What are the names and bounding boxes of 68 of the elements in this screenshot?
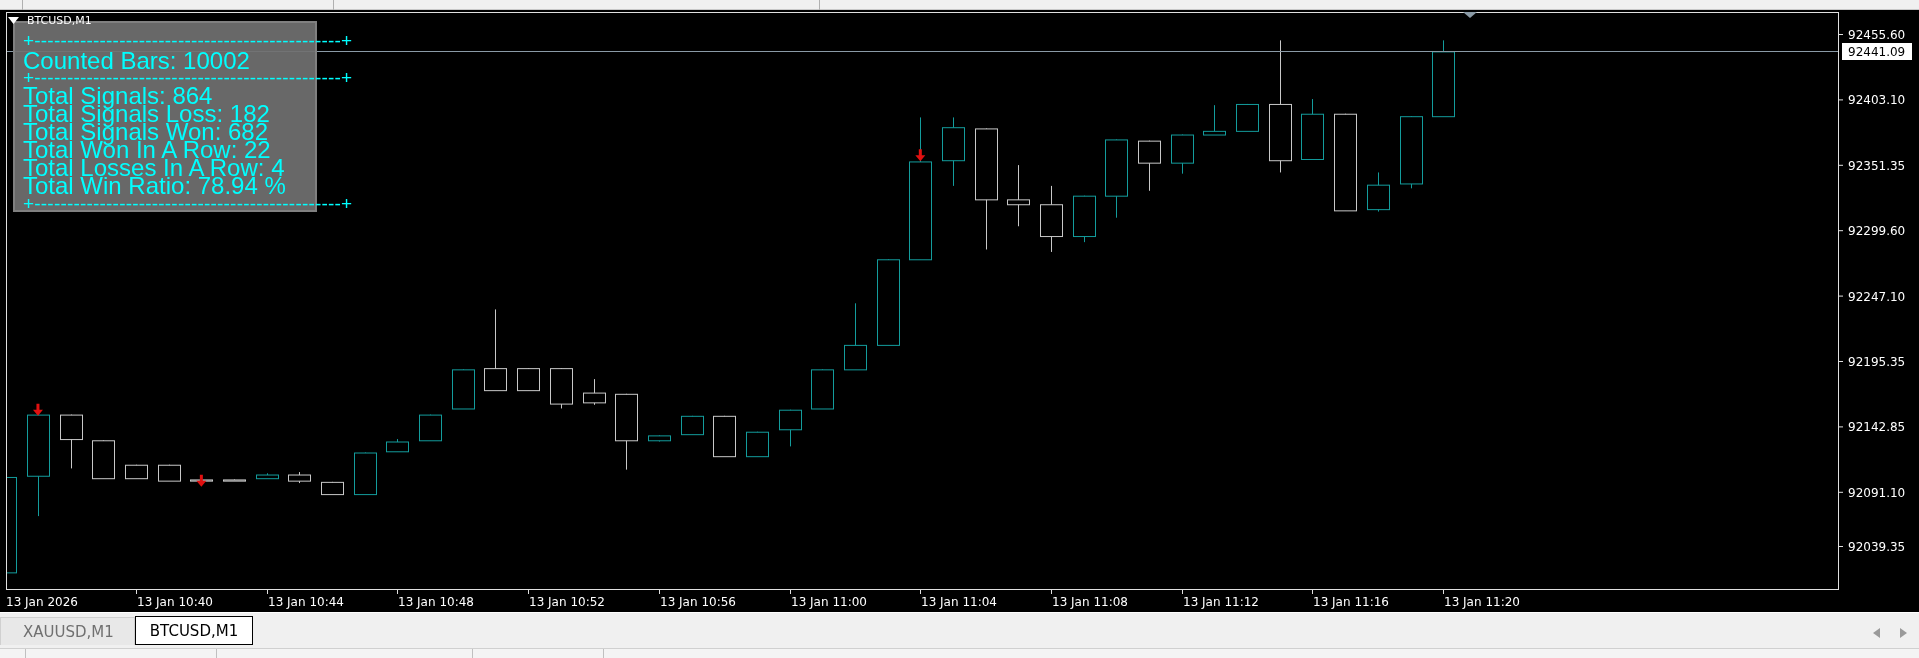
price-label: 92091.10: [1848, 485, 1906, 500]
candlestick: [1171, 134, 1194, 175]
candlestick: [60, 414, 83, 469]
candlestick: [190, 478, 213, 483]
time-label: 13 Jan 11:08: [1052, 595, 1128, 609]
price-label: 92142.85: [1848, 420, 1906, 435]
candlestick: [158, 464, 181, 482]
price-label: 92403.10: [1848, 93, 1906, 108]
stat-line: Counted Bars: 10002: [23, 50, 250, 71]
candlestick: [1236, 103, 1259, 132]
time-label: 13 Jan 10:44: [268, 595, 344, 609]
time-label: 13 Jan 10:56: [660, 595, 736, 609]
candlestick: [1138, 140, 1161, 192]
down-arrow-icon: [32, 403, 43, 416]
candlestick: [419, 414, 442, 442]
candlestick: [779, 409, 802, 447]
scroll-right-icon[interactable]: [1900, 628, 1907, 638]
scroll-left-icon[interactable]: [1873, 628, 1880, 638]
down-arrow-icon: [915, 149, 926, 162]
candlestick: [648, 434, 671, 442]
candlestick: [92, 439, 115, 480]
price-label: 92195.35: [1848, 355, 1906, 369]
triangle-icon: [1463, 12, 1477, 18]
time-label: 13 Jan 10:40: [137, 595, 213, 609]
price-label: 92455.60: [1848, 28, 1906, 42]
chart-tab[interactable]: XAUUSD,M1: [0, 617, 135, 645]
candlestick: [1040, 185, 1063, 253]
candlestick: [746, 431, 769, 458]
candlestick: [517, 367, 540, 392]
candlestick: [1007, 164, 1030, 227]
candlestick: [354, 452, 377, 496]
candlestick: [1203, 104, 1226, 136]
time-label: 13 Jan 11:00: [791, 595, 867, 609]
candlestick: [386, 438, 409, 453]
candlestick: [125, 464, 148, 480]
time-label: 13 Jan 10:52: [529, 595, 605, 609]
collapse-triangle-icon[interactable]: [8, 17, 19, 24]
chart-symbol: BTCUSD,M1: [27, 14, 92, 27]
candlestick: [223, 478, 246, 482]
candlestick: [1367, 171, 1390, 213]
stat-line: Total Losses In A Row: 4: [23, 159, 285, 177]
chart-tab[interactable]: BTCUSD,M1: [134, 616, 254, 645]
candlestick: [550, 367, 573, 409]
price-label: 92351.35: [1848, 158, 1906, 173]
current-price-label: 92441.09: [1842, 43, 1912, 60]
candlestick: [288, 471, 311, 484]
candlestick: [321, 481, 344, 496]
candlestick: [1073, 195, 1096, 243]
candlestick: [844, 302, 867, 371]
time-label: 13 Jan 10:48: [398, 595, 474, 609]
candlestick: [256, 472, 279, 480]
time-label: 13 Jan 11:12: [1183, 595, 1259, 609]
stat-line: Total Win Ratio: 78.94 %: [23, 177, 286, 195]
time-label: 13 Jan 11:04: [921, 595, 997, 609]
price-label: 92299.60: [1848, 224, 1906, 239]
candlestick: [681, 415, 704, 436]
candlestick: [452, 368, 475, 410]
candlestick: [713, 415, 736, 458]
price-label: 92247.10: [1848, 289, 1906, 304]
time-label: 13 Jan 2026: [6, 595, 78, 609]
candlestick: [811, 368, 834, 410]
down-arrow-icon: [196, 474, 207, 487]
price-label: 92039.35: [1848, 540, 1906, 554]
candlestick: [1301, 98, 1324, 160]
time-label: 13 Jan 11:20: [1444, 595, 1520, 609]
candlestick: [583, 378, 606, 406]
time-label: 13 Jan 11:16: [1313, 595, 1389, 609]
candlestick: [942, 116, 965, 187]
